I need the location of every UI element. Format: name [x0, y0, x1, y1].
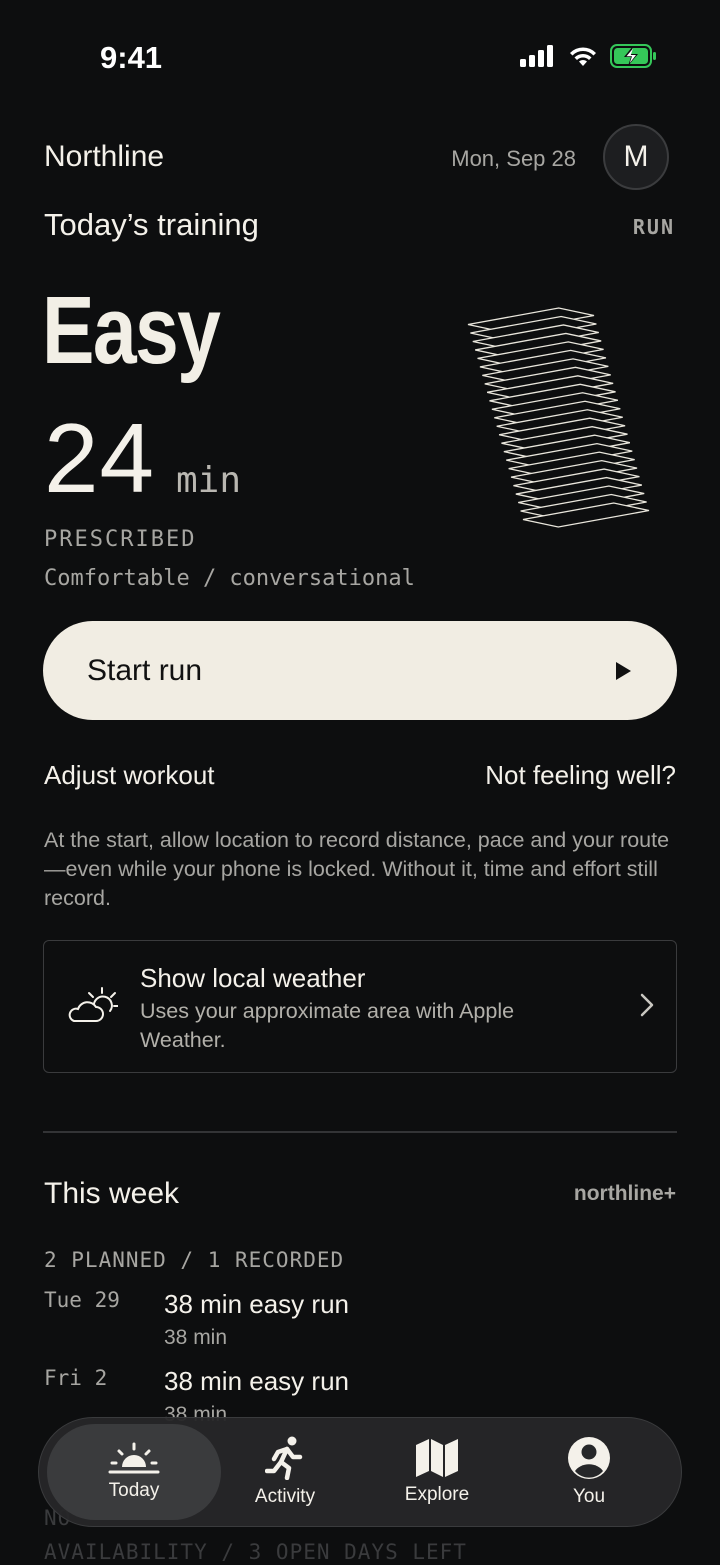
map-icon	[416, 1439, 458, 1477]
section-divider	[43, 1131, 677, 1133]
week-item-title[interactable]: 38 min easy run	[164, 1289, 349, 1320]
bottom-tab-bar: Today Activity Explore You	[38, 1417, 682, 1527]
week-item-sub: 38 min	[164, 1326, 228, 1349]
tab-activity-label: Activity	[254, 1486, 316, 1507]
status-time: 9:41	[100, 40, 163, 75]
sunrise-icon	[108, 1442, 160, 1474]
adjust-workout-link[interactable]: Adjust workout	[44, 760, 215, 791]
play-icon	[616, 661, 631, 680]
activity-tag: RUN	[632, 215, 675, 239]
tab-you[interactable]: You	[509, 1418, 669, 1526]
wifi-icon	[570, 47, 596, 66]
weather-title: Show local weather	[140, 963, 366, 993]
duration-value: 24	[44, 403, 156, 513]
weather-description: Uses your approximate area with Apple We…	[140, 999, 515, 1052]
week-item-day: Tue 29	[44, 1288, 120, 1312]
week-summary: 2 PLANNED / 1 RECORDED	[44, 1248, 345, 1272]
workout-type: Easy	[42, 277, 221, 384]
duration-unit: min	[176, 460, 242, 501]
location-permission-note: At the start, allow location to record d…	[44, 828, 670, 910]
this-week-title: This week	[44, 1177, 180, 1210]
section-title: Today’s training	[44, 207, 259, 242]
start-run-label: Start run	[87, 653, 203, 687]
availability-summary: AVAILABILITY / 3 OPEN DAYS LEFT	[44, 1540, 467, 1564]
prescribed-label: PRESCRIBED	[44, 527, 197, 552]
person-icon	[568, 1437, 610, 1479]
current-date: Mon, Sep 28	[451, 146, 576, 171]
status-icons	[520, 44, 658, 68]
tab-today-label: Today	[108, 1480, 160, 1501]
not-feeling-well-link[interactable]: Not feeling well?	[485, 760, 676, 791]
week-item-day: Fri 2	[44, 1366, 108, 1390]
signal-icon	[520, 45, 553, 67]
effort-description: Comfortable / conversational	[44, 566, 415, 591]
local-weather-card[interactable]: Show local weather Uses your approximate…	[43, 940, 677, 1073]
app-brand: Northline	[44, 140, 165, 173]
week-item-title[interactable]: 38 min easy run	[164, 1366, 349, 1397]
battery-charging-icon	[610, 44, 656, 68]
runner-icon	[265, 1436, 303, 1480]
tab-explore-label: Explore	[404, 1484, 470, 1505]
partly-cloudy-icon	[68, 987, 118, 1022]
stacked-layers-illustration	[467, 307, 650, 528]
profile-avatar-button[interactable]: M	[603, 124, 669, 190]
tab-today[interactable]: Today	[47, 1424, 221, 1520]
start-run-button[interactable]: Start run	[43, 621, 677, 720]
northline-plus-link[interactable]: northline+	[574, 1182, 676, 1206]
tab-you-label: You	[572, 1486, 606, 1507]
tab-activity[interactable]: Activity	[205, 1418, 365, 1526]
tab-explore[interactable]: Explore	[357, 1418, 517, 1526]
chevron-right-icon	[640, 993, 654, 1017]
